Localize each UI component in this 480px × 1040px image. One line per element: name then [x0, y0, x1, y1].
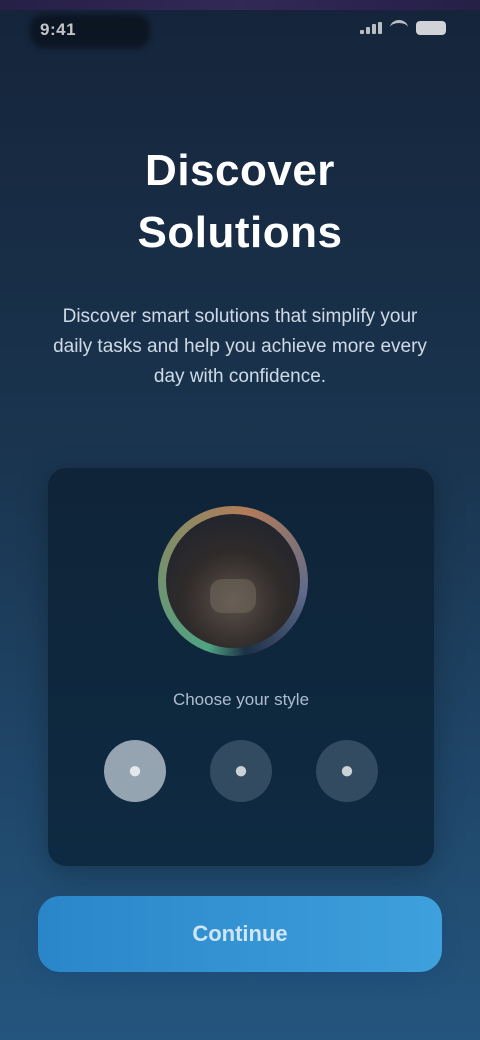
circle-option-icon: ●: [127, 757, 143, 784]
avatar-image: [166, 514, 300, 648]
circle-option-icon: ●: [339, 757, 355, 784]
option-2[interactable]: ●: [210, 740, 272, 802]
profile-card: Choose your style ● ● ●: [48, 468, 434, 866]
signal-icon: [360, 21, 382, 34]
option-row: ● ● ●: [48, 740, 434, 802]
status-time: 9:41: [40, 20, 77, 39]
continue-button[interactable]: Continue: [38, 896, 442, 972]
card-caption: Choose your style: [172, 690, 310, 709]
status-bar: 9:41: [0, 0, 480, 60]
status-icons: [360, 20, 446, 35]
wifi-icon: [390, 20, 408, 35]
battery-icon: [416, 20, 446, 35]
option-3[interactable]: ●: [316, 740, 378, 802]
title-line-2: Solutions: [137, 208, 343, 257]
avatar-face: [210, 579, 256, 613]
option-1[interactable]: ●: [104, 740, 166, 802]
circle-option-icon: ●: [233, 757, 249, 784]
intro-text: Discover smart solutions that simplify y…: [53, 306, 427, 387]
avatar[interactable]: [158, 506, 308, 656]
title-line-1: Discover: [145, 146, 335, 195]
page-title: Discover Solutions: [0, 140, 480, 264]
